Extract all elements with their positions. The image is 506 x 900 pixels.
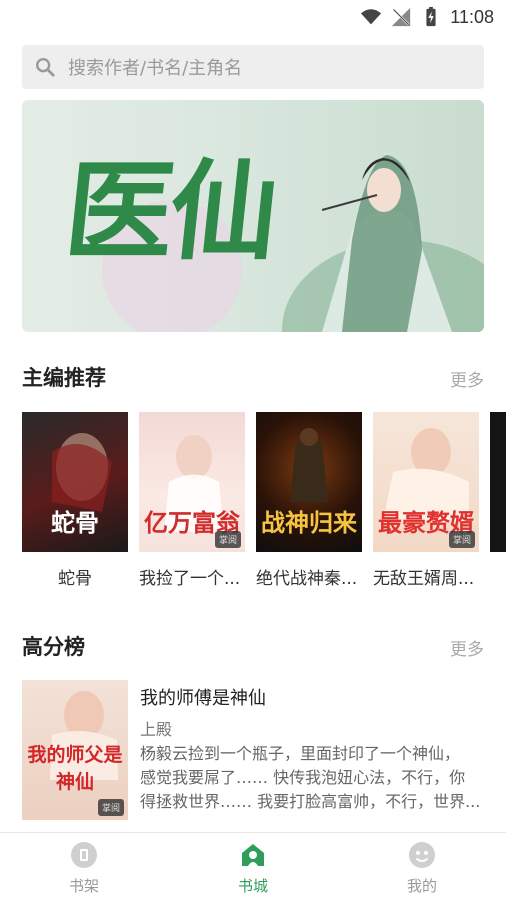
book-card[interactable]: 战神归来 绝代战神秦... [256, 412, 362, 589]
banner-title: 医仙 [59, 149, 281, 275]
book-cover: 我的师父是神仙 掌阅 [22, 680, 128, 820]
book-cover: 战神归来 [256, 412, 362, 552]
tab-bookstore[interactable]: 书城 [193, 841, 313, 896]
publisher-badge: 掌阅 [214, 531, 241, 548]
wifi-icon [361, 9, 382, 25]
bottom-tab-bar: 书架 书城 我的 [0, 832, 506, 900]
book-cover: 亿万富翁 掌阅 [139, 412, 245, 552]
editor-picks-title: 主编推荐 [22, 366, 106, 390]
cover-title: 战神归来 [261, 508, 357, 537]
signal-off-icon [392, 7, 411, 27]
search-icon [36, 58, 55, 77]
tab-bookshelf[interactable]: 书架 [24, 841, 144, 896]
rank-book-description: 杨毅云捡到一个瓶子，里面封印了一个神仙， 感觉我要屌了…… 快传我泡妞心法，不行… [140, 742, 484, 814]
rank-book-title: 我的师傅是神仙 [140, 688, 266, 709]
tab-label: 书架 [68, 877, 99, 895]
book-card[interactable]: 蛇骨 蛇骨 [22, 412, 128, 589]
publisher-badge: 掌阅 [448, 531, 475, 548]
book-card[interactable]: 最豪赘婿 掌阅 无敌王婿周... [373, 412, 479, 589]
book-title: 绝代战神秦... [256, 569, 358, 589]
description-line: 感觉我要屌了…… 快传我泡妞心法，不行，你 [140, 768, 466, 787]
book-cover: 最豪赘婿 掌阅 [373, 412, 479, 552]
book-cover: 蛇骨 [22, 412, 128, 552]
editor-picks-more-link[interactable]: 更多 [450, 366, 484, 391]
bookstore-icon [242, 844, 264, 866]
profile-icon [409, 842, 435, 868]
book-title: 蛇骨 [58, 569, 92, 589]
top-rated-title: 高分榜 [22, 635, 85, 659]
book-card-partial[interactable] [490, 412, 506, 552]
status-bar: 11:08 [0, 0, 506, 34]
book-title: 无敌王婿周... [373, 569, 475, 589]
promo-banner[interactable]: 医仙 [22, 100, 484, 332]
battery-charging-icon [426, 6, 436, 27]
search-placeholder: 搜索作者/书名/主角名 [68, 58, 243, 79]
status-time: 11:08 [450, 6, 494, 27]
tab-profile[interactable]: 我的 [362, 841, 482, 896]
book-card[interactable]: 亿万富翁 掌阅 我捡了一个... [139, 412, 245, 589]
tab-label: 书城 [237, 877, 268, 895]
tab-label: 我的 [406, 877, 437, 895]
book-title: 我捡了一个... [139, 569, 241, 589]
search-input[interactable]: 搜索作者/书名/主角名 [22, 45, 484, 89]
bookshelf-icon [71, 842, 97, 868]
rank-list-item[interactable]: 我的师父是神仙 掌阅 我的师傅是神仙 上殿 杨毅云捡到一个瓶子，里面封印了一个神… [22, 680, 484, 820]
cover-title: 蛇骨 [51, 508, 99, 537]
description-line: 得拯救世界…… 我要打脸高富帅，不行，世界... [140, 792, 481, 811]
top-rated-more-link[interactable]: 更多 [450, 635, 484, 660]
status-icons: 11:08 [360, 5, 494, 29]
cover-title: 我的师父是神仙 [27, 744, 123, 793]
publisher-badge: 掌阅 [97, 799, 124, 816]
rank-book-author: 上殿 [140, 720, 173, 739]
description-line: 杨毅云捡到一个瓶子，里面封印了一个神仙， [140, 744, 461, 763]
